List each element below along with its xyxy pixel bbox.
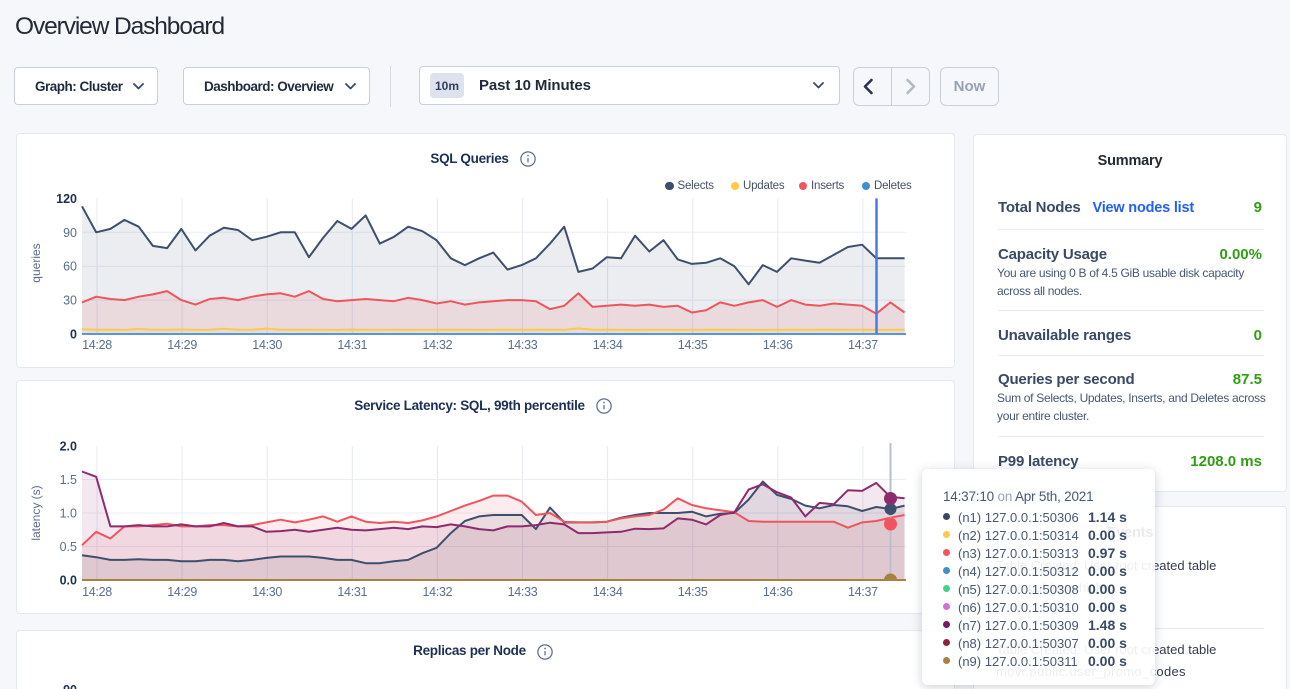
svg-text:14:35: 14:35 (678, 585, 708, 599)
svg-text:0.5: 0.5 (60, 540, 77, 554)
svg-text:120: 120 (56, 192, 77, 206)
svg-text:0.0: 0.0 (60, 574, 77, 588)
svg-text:14:29: 14:29 (167, 585, 197, 599)
svg-text:14:30: 14:30 (252, 338, 282, 352)
svg-text:14:32: 14:32 (423, 585, 453, 599)
svg-text:14:32: 14:32 (423, 338, 453, 352)
svg-text:latency (s): latency (s) (29, 485, 43, 540)
svg-text:14:37: 14:37 (848, 585, 878, 599)
svg-text:14:36: 14:36 (763, 585, 793, 599)
svg-text:1.0: 1.0 (60, 507, 77, 521)
svg-text:0: 0 (70, 328, 77, 342)
svg-text:30: 30 (63, 294, 77, 308)
svg-text:14:33: 14:33 (508, 338, 538, 352)
svg-text:queries: queries (29, 243, 43, 282)
svg-text:14:30: 14:30 (252, 585, 282, 599)
svg-text:14:37: 14:37 (848, 338, 878, 352)
svg-text:14:35: 14:35 (678, 338, 708, 352)
svg-text:14:31: 14:31 (337, 338, 367, 352)
svg-text:14:34: 14:34 (593, 338, 623, 352)
svg-text:1.5: 1.5 (60, 473, 77, 487)
svg-text:90: 90 (63, 226, 77, 240)
svg-text:14:33: 14:33 (508, 585, 538, 599)
svg-text:14:34: 14:34 (593, 585, 623, 599)
svg-text:2.0: 2.0 (60, 440, 77, 454)
svg-text:14:36: 14:36 (763, 338, 793, 352)
svg-text:14:28: 14:28 (82, 585, 112, 599)
svg-text:60: 60 (63, 260, 77, 274)
svg-text:14:28: 14:28 (82, 338, 112, 352)
svg-text:14:29: 14:29 (167, 338, 197, 352)
svg-text:14:31: 14:31 (337, 585, 367, 599)
